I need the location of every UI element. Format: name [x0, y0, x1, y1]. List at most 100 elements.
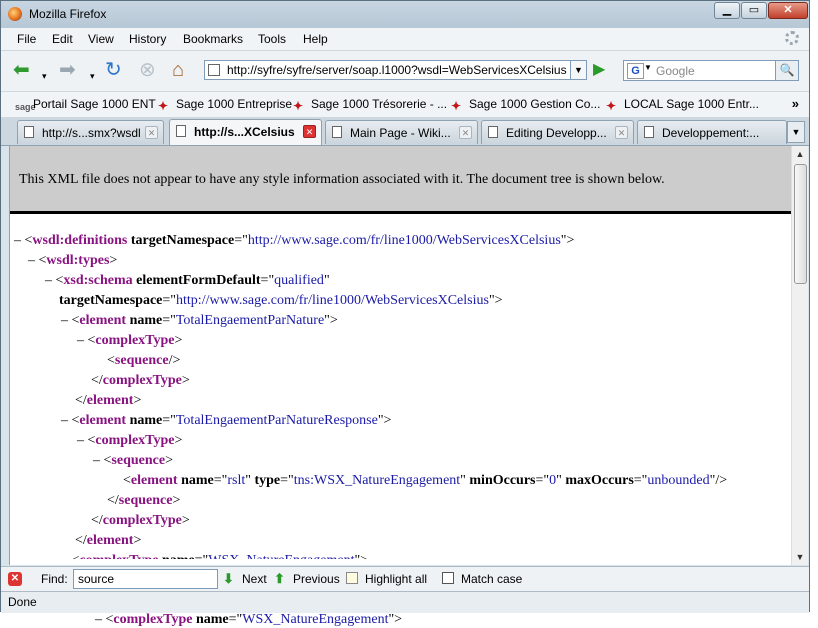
menu-file[interactable]: File [17, 32, 36, 46]
status-bar: Done [1, 591, 809, 613]
collapse-toggle[interactable]: – [93, 453, 100, 468]
menu-bookmarks[interactable]: Bookmarks [183, 32, 243, 46]
tab[interactable]: Editing Developp... ✕ [481, 120, 634, 144]
throbber-icon [785, 31, 799, 45]
browser-window: Mozilla Firefox ▁ ▭ ✕ File Edit View His… [0, 0, 810, 613]
tab[interactable]: Main Page - Wiki... ✕ [325, 120, 478, 144]
xml-line: – <complexType> [77, 433, 183, 448]
bookmark-label: Sage 1000 Trésorerie - ... [311, 97, 448, 111]
tab-close-icon[interactable]: ✕ [303, 125, 316, 138]
back-icon[interactable]: ⬅ [13, 60, 30, 80]
tab-close-icon[interactable]: ✕ [615, 126, 628, 139]
url-dropdown-button[interactable]: ▼ [571, 60, 587, 80]
find-previous-button[interactable]: Previous [293, 572, 340, 586]
xml-line: </sequence> [107, 493, 181, 508]
scroll-thumb[interactable] [794, 164, 807, 284]
bookmark-item[interactable]: sagePortail Sage 1000 ENT [15, 97, 156, 114]
bookmark-item[interactable]: ✦ Sage 1000 Gestion Co... [451, 97, 600, 113]
window-title: Mozilla Firefox [29, 7, 107, 21]
xml-line: – <wsdl:definitions targetNamespace="htt… [14, 233, 575, 248]
collapse-toggle[interactable]: – [28, 253, 35, 268]
go-arrow-icon[interactable]: ▶ [593, 61, 613, 79]
highlight-all-button[interactable]: Highlight all [365, 572, 427, 586]
menu-help[interactable]: Help [303, 32, 328, 46]
xml-line: – <xsd:schema elementFormDefault="qualif… [45, 273, 330, 288]
scroll-down-icon[interactable]: ▼ [792, 549, 808, 565]
tab-strip: http://s...smx?wsdl ✕ http://s...XCelsiu… [1, 118, 809, 146]
menu-bar: File Edit View History Bookmarks Tools H… [1, 28, 809, 51]
home-icon[interactable]: ⌂ [172, 60, 184, 80]
close-find-icon[interactable]: ✕ [8, 572, 22, 586]
sage-icon: sage [15, 102, 36, 112]
tab-close-icon[interactable]: ✕ [145, 126, 158, 139]
find-input[interactable]: source [73, 569, 218, 589]
scroll-up-icon[interactable]: ▲ [792, 146, 808, 162]
menu-edit[interactable]: Edit [52, 32, 73, 46]
menu-view[interactable]: View [88, 32, 114, 46]
tab-label: Editing Developp... [506, 126, 607, 140]
collapse-toggle[interactable]: – [45, 273, 52, 288]
vertical-scrollbar[interactable]: ▲ ▼ [791, 146, 808, 565]
tab-label: http://s...XCelsius [194, 125, 295, 139]
menu-history[interactable]: History [129, 32, 166, 46]
collapse-toggle[interactable]: – [77, 333, 84, 348]
match-case-label[interactable]: Match case [461, 572, 522, 586]
xml-line: – <complexType name="WSX_NatureEngagemen… [61, 551, 368, 559]
tab-active[interactable]: http://s...XCelsius ✕ [169, 119, 322, 145]
search-box[interactable]: G ▼ Google 🔍 [623, 60, 799, 81]
navigation-toolbar: ⬅ ▾ ➡ ▾ ↻ ⊗ ⌂ http://syfre/syfre/server/… [1, 51, 809, 92]
engine-dropdown-icon[interactable]: ▼ [644, 63, 652, 72]
page-content: This XML file does not appear to have an… [9, 146, 808, 565]
collapse-toggle[interactable]: – [61, 313, 68, 328]
bookmark-item[interactable]: ✦ Sage 1000 Entreprise [158, 97, 293, 113]
page-icon [644, 126, 654, 138]
tab-label: Main Page - Wiki... [350, 126, 451, 140]
find-bar: ✕ Find: source ⬇ Next ⬆ Previous Highlig… [1, 566, 809, 592]
xml-value: http://www.sage.com/fr/line1000/WebServi… [247, 233, 561, 248]
page-icon [488, 126, 498, 138]
xml-line: targetNamespace="http://www.sage.com/fr/… [59, 293, 503, 308]
page-icon [176, 125, 186, 137]
bookmarks-overflow-button[interactable]: » [792, 96, 799, 111]
menu-tools[interactable]: Tools [258, 32, 286, 46]
xml-line: <sequence/> [107, 353, 181, 368]
xml-value: rslt [227, 473, 246, 488]
xml-info-banner: This XML file does not appear to have an… [10, 146, 792, 214]
minimize-button[interactable]: ▁ [714, 2, 740, 19]
bookmark-item[interactable]: ✦ Sage 1000 Trésorerie - ... [293, 97, 448, 113]
previous-arrow-icon[interactable]: ⬆ [274, 571, 285, 587]
collapse-toggle[interactable]: – [77, 433, 84, 448]
tab[interactable]: http://s...smx?wsdl ✕ [17, 120, 164, 144]
find-next-button[interactable]: Next [242, 572, 267, 586]
stop-icon[interactable]: ⊗ [139, 60, 156, 80]
collapse-toggle[interactable]: – [61, 413, 68, 428]
xml-value: TotalEngaementParNatureResponse [175, 413, 378, 428]
back-dropdown-icon[interactable]: ▾ [42, 66, 47, 86]
xml-info-text: This XML file does not appear to have an… [19, 172, 665, 187]
google-engine-icon[interactable]: G [627, 63, 644, 79]
maximize-button[interactable]: ▭ [741, 2, 767, 19]
bookmarks-toolbar: sagePortail Sage 1000 ENT ✦ Sage 1000 Ent… [1, 92, 809, 118]
xml-value: unbounded [647, 473, 710, 488]
close-window-button[interactable]: ✕ [768, 2, 808, 19]
collapse-toggle[interactable]: – [14, 233, 21, 248]
tab[interactable]: Developpement:... [637, 120, 787, 144]
bookmark-label: Sage 1000 Entreprise [176, 97, 293, 111]
highlight-icon [346, 572, 358, 584]
tab-close-icon[interactable]: ✕ [459, 126, 472, 139]
tab-list-button[interactable]: ▼ [787, 121, 805, 143]
xml-line: – <wsdl:types> [28, 253, 118, 268]
xml-line: </complexType> [91, 373, 190, 388]
tab-label: http://s...smx?wsdl [42, 126, 141, 140]
match-case-checkbox[interactable] [442, 572, 454, 584]
forward-dropdown-icon[interactable]: ▾ [90, 66, 95, 86]
reload-icon[interactable]: ↻ [105, 60, 122, 80]
url-bar[interactable]: http://syfre/syfre/server/soap.l1000?wsd… [204, 60, 571, 80]
search-icon[interactable]: 🔍 [775, 61, 798, 80]
bookmark-item[interactable]: ✦ LOCAL Sage 1000 Entr... [606, 97, 759, 113]
title-bar: Mozilla Firefox ▁ ▭ ✕ [1, 1, 809, 28]
page-icon [332, 126, 342, 138]
next-arrow-icon[interactable]: ⬇ [223, 571, 234, 587]
forward-icon[interactable]: ➡ [59, 60, 76, 80]
xml-value: http://www.sage.com/fr/line1000/WebServi… [176, 293, 489, 308]
